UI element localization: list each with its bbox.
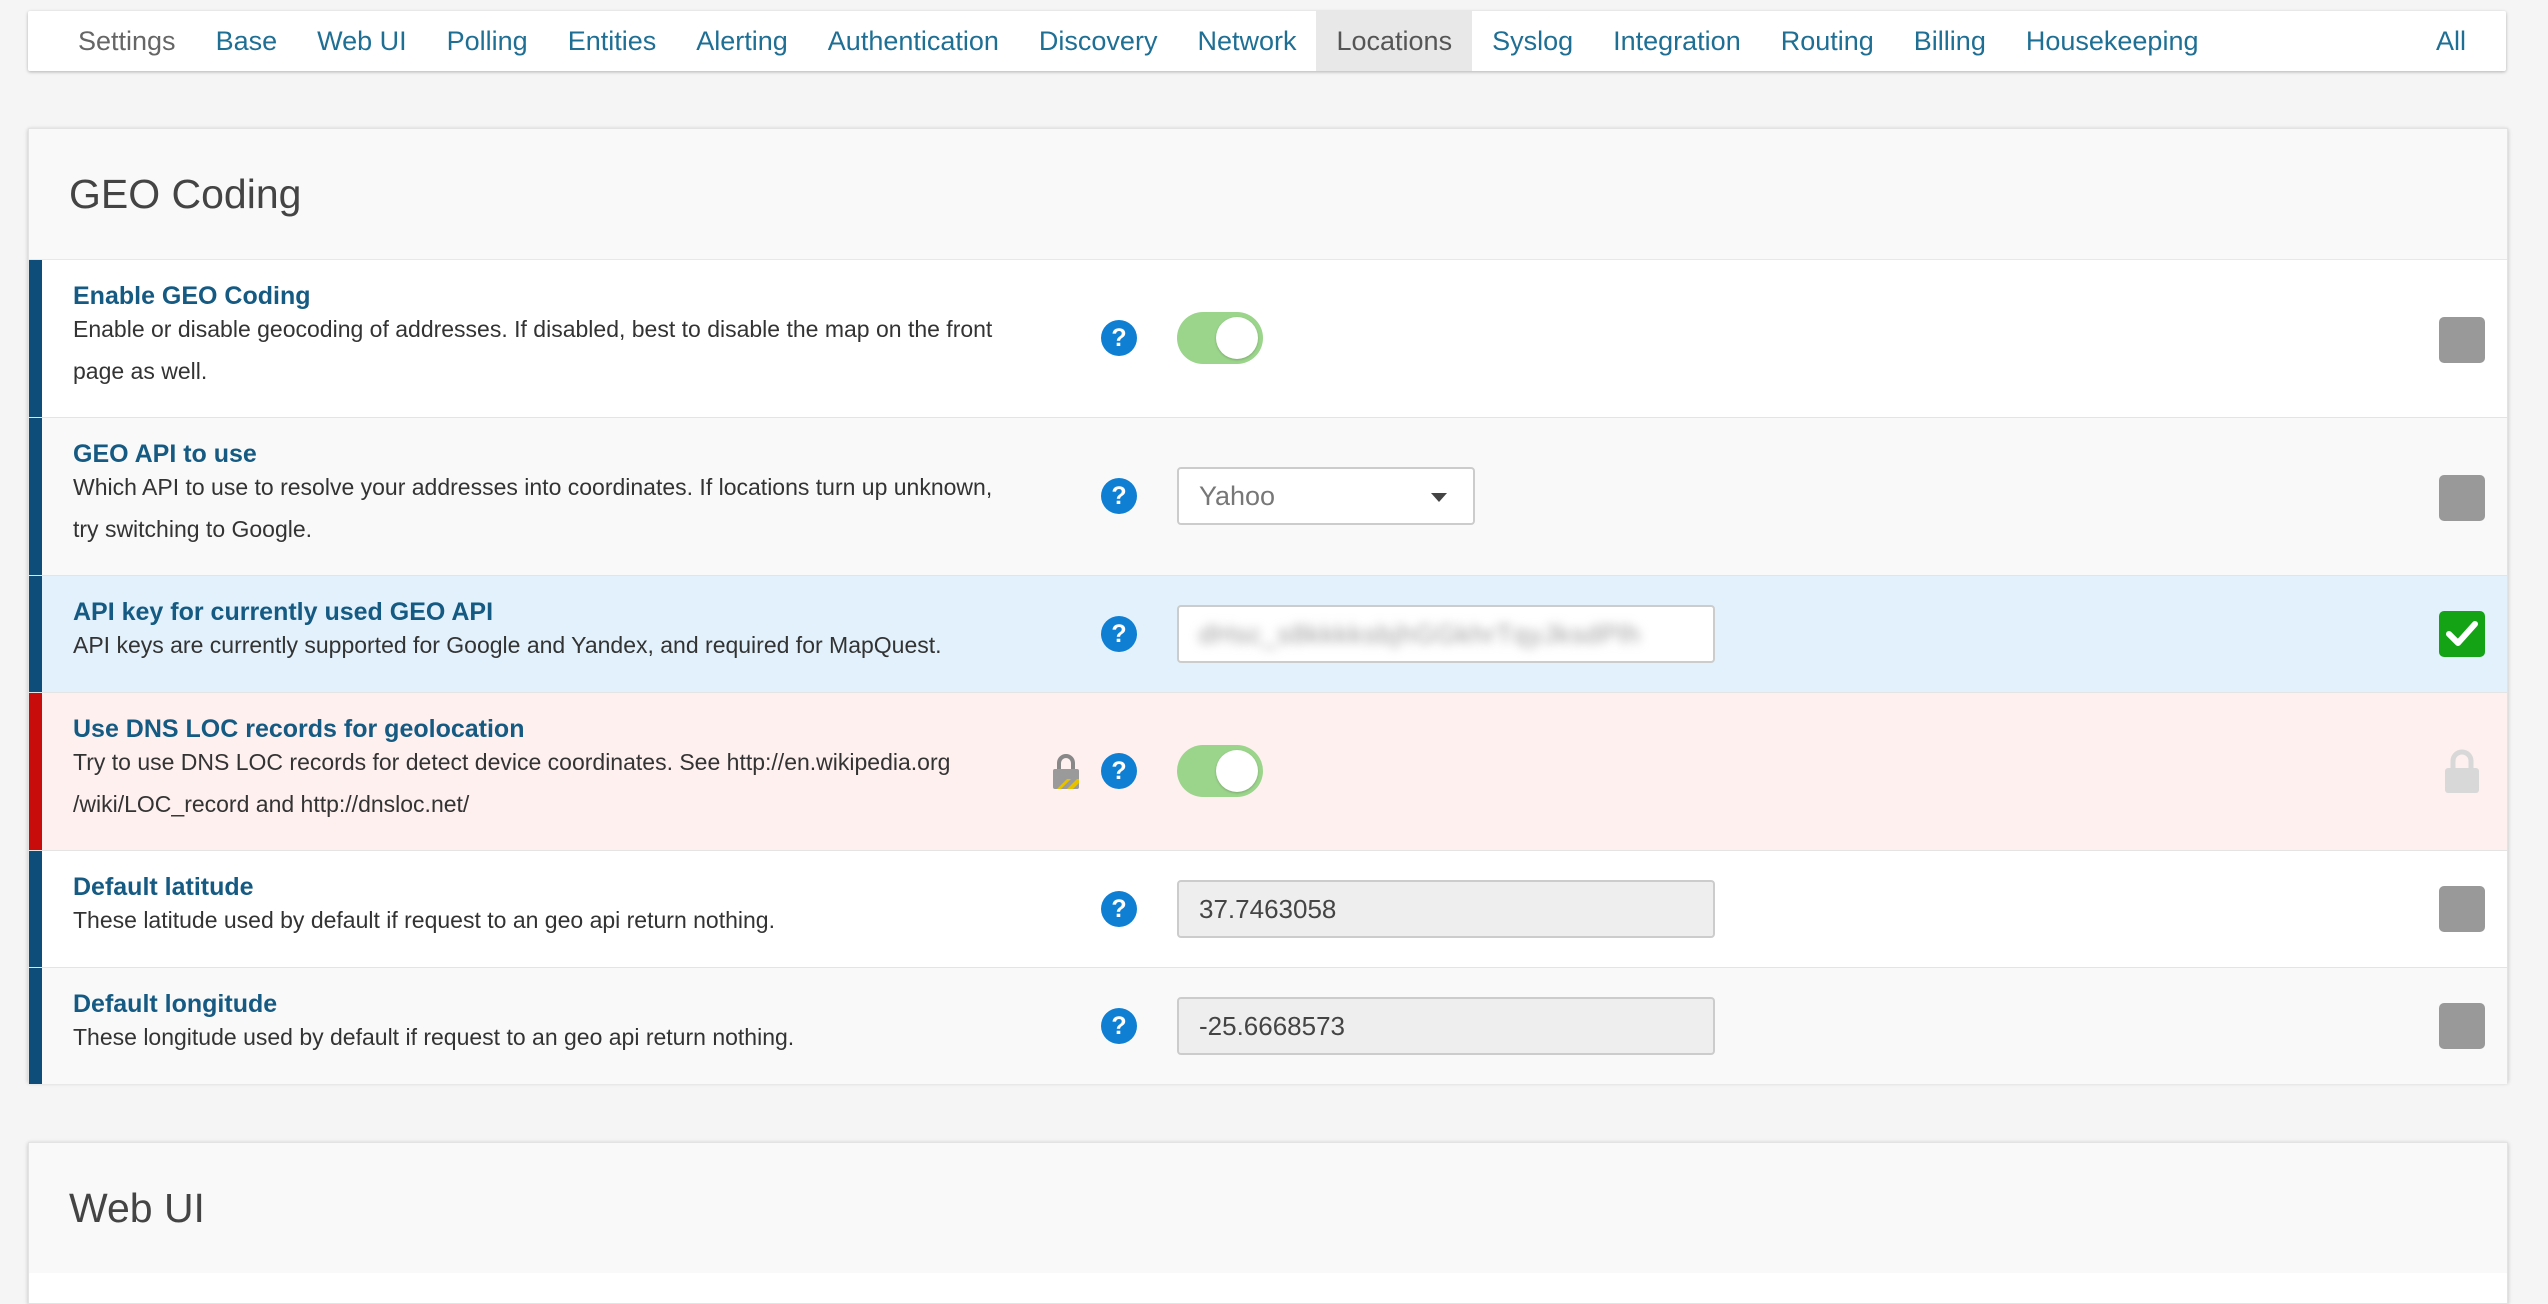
- setting-description: These longitude used by default if reque…: [73, 1024, 795, 1050]
- row-indicator-bar: [29, 260, 42, 417]
- setting-row-enable-geo: Enable GEO Coding Enable or disable geoc…: [29, 260, 2507, 418]
- tab-all[interactable]: All: [2416, 11, 2506, 71]
- help-icon[interactable]: ?: [1101, 478, 1137, 514]
- setting-row-dns-loc: Use DNS LOC records for geolocation Try …: [29, 693, 2507, 851]
- tab-discovery[interactable]: Discovery: [1019, 11, 1178, 71]
- setting-description: API keys are currently supported for Goo…: [73, 632, 942, 658]
- setting-row-default-longitude: Default longitude These longitude used b…: [29, 968, 2507, 1084]
- tab-integration[interactable]: Integration: [1593, 11, 1761, 71]
- api-key-input[interactable]: dHsc_s8kkkksbjhGGkhrTqyJksdPlh: [1177, 605, 1715, 663]
- row-indicator-bar: [29, 576, 42, 692]
- tab-billing[interactable]: Billing: [1894, 11, 2006, 71]
- longitude-value: -25.6668573: [1199, 1010, 1346, 1041]
- tab-routing[interactable]: Routing: [1761, 11, 1894, 71]
- help-icon[interactable]: ?: [1101, 320, 1137, 356]
- section-title: GEO Coding: [29, 129, 2507, 260]
- check-icon: [2446, 621, 2478, 646]
- setting-row-default-latitude: Default latitude These latitude used by …: [29, 851, 2507, 968]
- setting-title: Default latitude: [73, 873, 254, 901]
- setting-title: Use DNS LOC records for geolocation: [73, 715, 525, 743]
- override-checkbox[interactable]: [2439, 886, 2485, 932]
- setting-row-geo-api: GEO API to use Which API to use to resol…: [29, 418, 2507, 576]
- tab-authentication[interactable]: Authentication: [808, 11, 1019, 71]
- setting-description: Which API to use to resolve your address…: [73, 474, 993, 542]
- api-key-value: dHsc_s8kkkksbjhGGkhrTqyJksdPlh: [1199, 618, 1641, 649]
- setting-title: Enable GEO Coding: [73, 282, 311, 310]
- toggle-knob: [1216, 317, 1258, 359]
- config-lock-icon: [1053, 754, 1079, 789]
- settings-brand: Settings: [78, 25, 176, 56]
- tab-alerting[interactable]: Alerting: [676, 11, 808, 71]
- select-value: Yahoo: [1199, 480, 1276, 511]
- settings-nav: Settings Base Web UI Polling Entities Al…: [28, 11, 2506, 71]
- override-checkbox[interactable]: [2439, 475, 2485, 521]
- override-checkbox[interactable]: [2439, 317, 2485, 363]
- nav-tabs: Base Web UI Polling Entities Alerting Au…: [196, 11, 2219, 71]
- row-indicator-bar: [29, 851, 42, 967]
- chevron-down-icon: [1431, 493, 1447, 502]
- dns-loc-toggle[interactable]: [1177, 745, 1263, 797]
- setting-title: GEO API to use: [73, 440, 257, 468]
- tab-locations[interactable]: Locations: [1316, 11, 1473, 71]
- lock-icon: [2445, 749, 2479, 793]
- help-icon[interactable]: ?: [1101, 753, 1137, 789]
- setting-title: Default longitude: [73, 990, 278, 1018]
- default-longitude-input[interactable]: -25.6668573: [1177, 997, 1715, 1055]
- row-indicator-bar: [29, 968, 42, 1084]
- setting-description: Try to use DNS LOC records for detect de…: [73, 749, 951, 817]
- tab-web-ui[interactable]: Web UI: [297, 11, 427, 71]
- setting-description: Enable or disable geocoding of addresses…: [73, 316, 993, 384]
- override-checkbox[interactable]: [2439, 611, 2485, 657]
- geo-api-select[interactable]: Yahoo: [1177, 467, 1475, 525]
- tab-network[interactable]: Network: [1177, 11, 1316, 71]
- web-ui-panel: Web UI: [28, 1142, 2508, 1304]
- setting-description: These latitude used by default if reques…: [73, 907, 775, 933]
- geo-coding-panel: GEO Coding Enable GEO Coding Enable or d…: [28, 128, 2508, 1084]
- setting-row-api-key: API key for currently used GEO API API k…: [29, 576, 2507, 693]
- latitude-value: 37.7463058: [1199, 893, 1337, 924]
- help-icon[interactable]: ?: [1101, 891, 1137, 927]
- tab-syslog[interactable]: Syslog: [1472, 11, 1593, 71]
- row-indicator-bar-locked: [29, 693, 42, 850]
- tab-entities[interactable]: Entities: [548, 11, 677, 71]
- section-title: Web UI: [29, 1143, 2507, 1273]
- tab-base[interactable]: Base: [196, 11, 298, 71]
- help-icon[interactable]: ?: [1101, 1008, 1137, 1044]
- override-checkbox[interactable]: [2439, 1003, 2485, 1049]
- enable-geo-toggle[interactable]: [1177, 312, 1263, 364]
- default-latitude-input[interactable]: 37.7463058: [1177, 880, 1715, 938]
- toggle-knob: [1216, 750, 1258, 792]
- help-icon[interactable]: ?: [1101, 616, 1137, 652]
- row-indicator-bar: [29, 418, 42, 575]
- tab-housekeeping[interactable]: Housekeeping: [2006, 11, 2219, 71]
- tab-polling[interactable]: Polling: [427, 11, 548, 71]
- setting-title: API key for currently used GEO API: [73, 598, 494, 626]
